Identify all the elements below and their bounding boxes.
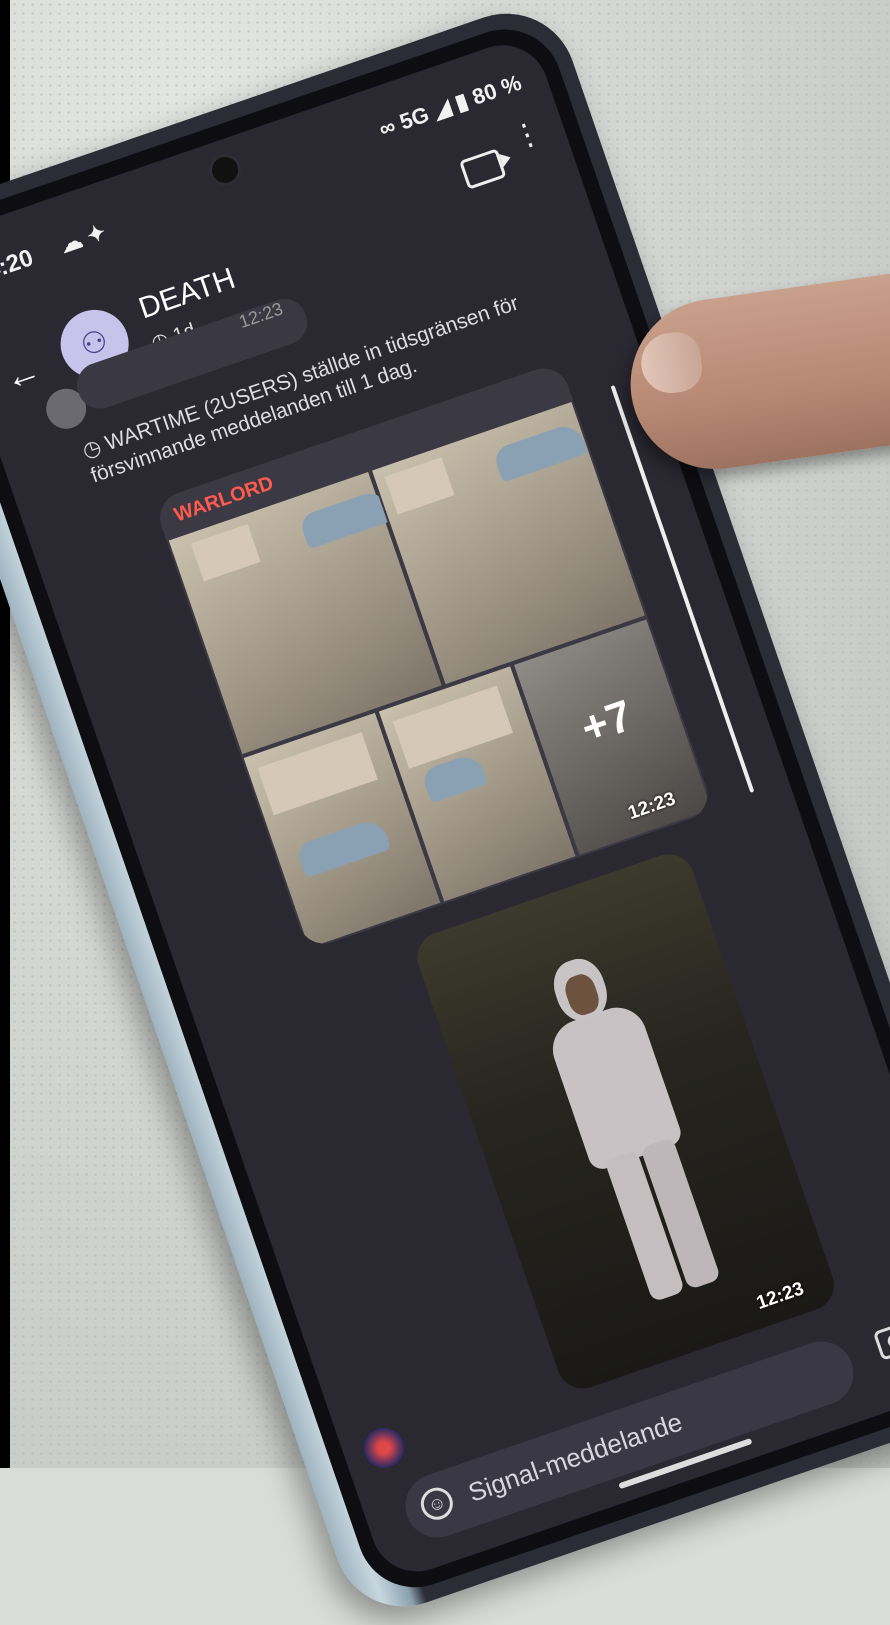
arrow-left-icon[interactable]: ←	[0, 348, 46, 399]
media-timestamp: 12:23	[625, 788, 679, 825]
own-avatar[interactable]	[358, 1422, 410, 1474]
more-photos-count: +7	[575, 690, 639, 754]
emoji-icon[interactable]: ☺	[416, 1483, 458, 1525]
battery-label: 80 %	[468, 69, 525, 110]
fingernail	[637, 329, 706, 397]
photo-timestamp: 12:23	[753, 1278, 807, 1314]
video-call-icon[interactable]	[459, 148, 507, 190]
media-message[interactable]: WARLORD +7 12:23	[153, 361, 715, 951]
more-vert-icon[interactable]: ⋮	[508, 115, 547, 156]
chat-title[interactable]: DEATH	[135, 262, 240, 327]
notification-icons: ☁ ✦	[56, 219, 110, 258]
camera-icon[interactable]	[872, 1320, 890, 1361]
front-camera	[204, 149, 246, 191]
network-label: 5G	[396, 101, 433, 135]
status-time: 14:20	[0, 244, 37, 290]
person-photo	[518, 943, 739, 1319]
photo-message[interactable]: 12:23	[410, 847, 841, 1396]
